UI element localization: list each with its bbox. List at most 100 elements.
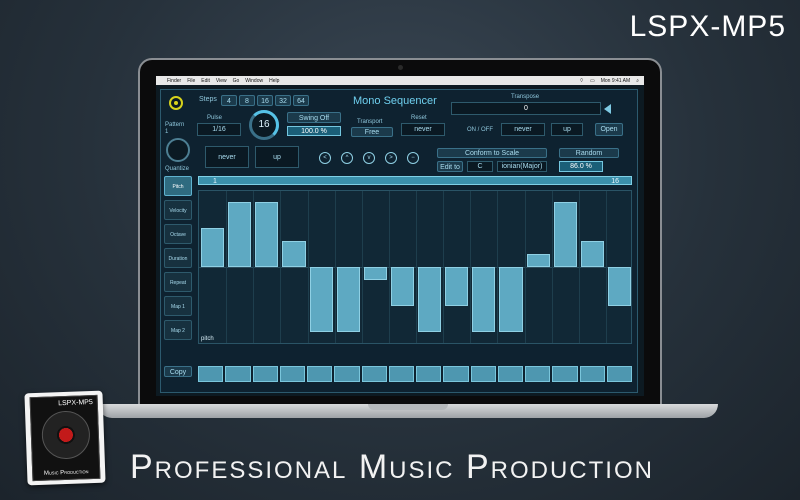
steps-4-button[interactable]: 4 — [221, 95, 237, 106]
pitch-step-bar[interactable] — [445, 267, 469, 306]
quantize-knob[interactable] — [166, 138, 190, 162]
grid-column-divider — [253, 191, 255, 343]
pitch-step-bar[interactable] — [255, 202, 279, 267]
sidebar-item-duration[interactable]: Duration — [164, 248, 192, 268]
grid-column-divider — [443, 191, 445, 343]
steps-64-button[interactable]: 64 — [293, 95, 309, 106]
camera — [398, 65, 403, 70]
wifi-icon[interactable]: ⌔ — [579, 78, 584, 84]
sidebar-item-pitch[interactable]: Pitch — [164, 176, 192, 196]
copy-button[interactable]: Copy — [164, 366, 192, 377]
grid-column-divider — [524, 191, 526, 343]
step-toggle-cell[interactable] — [334, 366, 360, 382]
pulse-dial[interactable]: 16 — [249, 110, 279, 140]
app-title: Mono Sequencer — [353, 95, 437, 107]
pitch-step-bar[interactable] — [526, 254, 550, 267]
steps-16-button[interactable]: 16 — [257, 95, 273, 106]
transport-label: Transport — [357, 119, 383, 125]
menu-view[interactable]: View — [216, 78, 227, 84]
swing-percent[interactable]: 100.0 % — [287, 126, 341, 136]
clear-icon[interactable]: − — [407, 152, 419, 164]
sidebar-item-octave[interactable]: Octave — [164, 224, 192, 244]
step-toggle-cell[interactable] — [198, 366, 224, 382]
grid-column-divider — [388, 191, 390, 343]
battery-icon[interactable]: ▭ — [590, 78, 595, 84]
pitch-grid[interactable]: pitch — [198, 190, 632, 344]
step-toggle-cell[interactable] — [307, 366, 333, 382]
step-toggle-cell[interactable] — [525, 366, 551, 382]
grid-column-divider — [551, 191, 553, 343]
shift-left-icon[interactable]: < — [319, 152, 331, 164]
sidebar-item-repeat[interactable]: Repeat — [164, 272, 192, 292]
menubar: Finder File Edit View Go Window Help ⌔ ▭… — [156, 76, 644, 85]
transpose-label: Transpose — [511, 94, 540, 100]
random-percent[interactable]: 86.0 % — [559, 161, 603, 172]
swing-button[interactable]: Swing Off — [287, 112, 341, 123]
grid-column-divider — [226, 191, 228, 343]
step-ruler[interactable]: 1 16 — [198, 176, 632, 185]
pitch-step-bar[interactable] — [553, 202, 577, 267]
pitch-step-bar[interactable] — [201, 228, 225, 267]
step-toggle-cell[interactable] — [579, 366, 605, 382]
pitch-step-bar[interactable] — [499, 267, 523, 332]
open-button[interactable]: Open — [595, 123, 623, 136]
step-toggle-cell[interactable] — [225, 366, 251, 382]
grid-column-divider — [605, 191, 607, 343]
menu-edit[interactable]: Edit — [201, 78, 210, 84]
sidebar-item-map-2[interactable]: Map 2 — [164, 320, 192, 340]
step-toggle-strip[interactable] — [198, 366, 632, 382]
pitch-step-bar[interactable] — [336, 267, 360, 332]
menu-finder[interactable]: Finder — [167, 78, 181, 84]
random-button[interactable]: Random — [559, 148, 619, 158]
steps-8-button[interactable]: 8 — [239, 95, 255, 106]
step-toggle-cell[interactable] — [497, 366, 523, 382]
conform-to-scale-button[interactable]: Conform to Scale — [437, 148, 547, 158]
shift-right-icon[interactable]: > — [385, 152, 397, 164]
step-toggle-cell[interactable] — [606, 366, 632, 382]
menu-window[interactable]: Window — [245, 78, 263, 84]
shift-down-icon[interactable]: v — [363, 152, 375, 164]
on-off-value[interactable]: never — [501, 123, 545, 136]
laptop-base-notch — [368, 404, 448, 410]
pitch-step-bar[interactable] — [228, 202, 252, 267]
sidebar-item-map-1[interactable]: Map 1 — [164, 296, 192, 316]
sidebar-item-velocity[interactable]: Velocity — [164, 200, 192, 220]
menu-help[interactable]: Help — [269, 78, 279, 84]
row2-never-value[interactable]: never — [205, 146, 249, 168]
pitch-step-bar[interactable] — [363, 267, 387, 280]
row2-up-value[interactable]: up — [255, 146, 299, 168]
key-value[interactable]: C — [467, 161, 493, 172]
direction-value[interactable]: up — [551, 123, 583, 136]
step-toggle-cell[interactable] — [552, 366, 578, 382]
scale-value[interactable]: ionian(Major) — [497, 161, 547, 172]
shift-up-icon[interactable]: ^ — [341, 152, 353, 164]
pitch-step-bar[interactable] — [390, 267, 414, 306]
pattern-label: Pattern — [165, 122, 185, 128]
step-toggle-cell[interactable] — [470, 366, 496, 382]
step-toggle-cell[interactable] — [443, 366, 469, 382]
spotlight-icon[interactable]: ⌕ — [636, 78, 639, 84]
pulse-value[interactable]: 1/16 — [197, 123, 241, 136]
on-off-label: ON / OFF — [467, 127, 493, 133]
pitch-step-bar[interactable] — [607, 267, 631, 306]
menu-file[interactable]: File — [187, 78, 195, 84]
step-toggle-cell[interactable] — [361, 366, 387, 382]
pitch-step-bar[interactable] — [418, 267, 442, 332]
menu-go[interactable]: Go — [233, 78, 240, 84]
pitch-step-bar[interactable] — [309, 267, 333, 332]
steps-32-button[interactable]: 32 — [275, 95, 291, 106]
step-toggle-cell[interactable] — [252, 366, 278, 382]
transport-value[interactable]: Free — [351, 127, 393, 137]
transpose-left-arrow-icon[interactable] — [604, 104, 611, 114]
step-toggle-cell[interactable] — [416, 366, 442, 382]
step-toggle-cell[interactable] — [388, 366, 414, 382]
grid-zero-line — [199, 267, 631, 268]
pitch-step-bar[interactable] — [580, 241, 604, 267]
transpose-value[interactable]: 0 — [451, 102, 601, 115]
reset-value[interactable]: never — [401, 123, 445, 136]
edit-to-button[interactable]: Edit to — [437, 161, 463, 172]
pitch-step-bar[interactable] — [472, 267, 496, 332]
step-toggle-cell[interactable] — [279, 366, 305, 382]
ruler-end: 16 — [611, 178, 619, 185]
pitch-step-bar[interactable] — [282, 241, 306, 267]
